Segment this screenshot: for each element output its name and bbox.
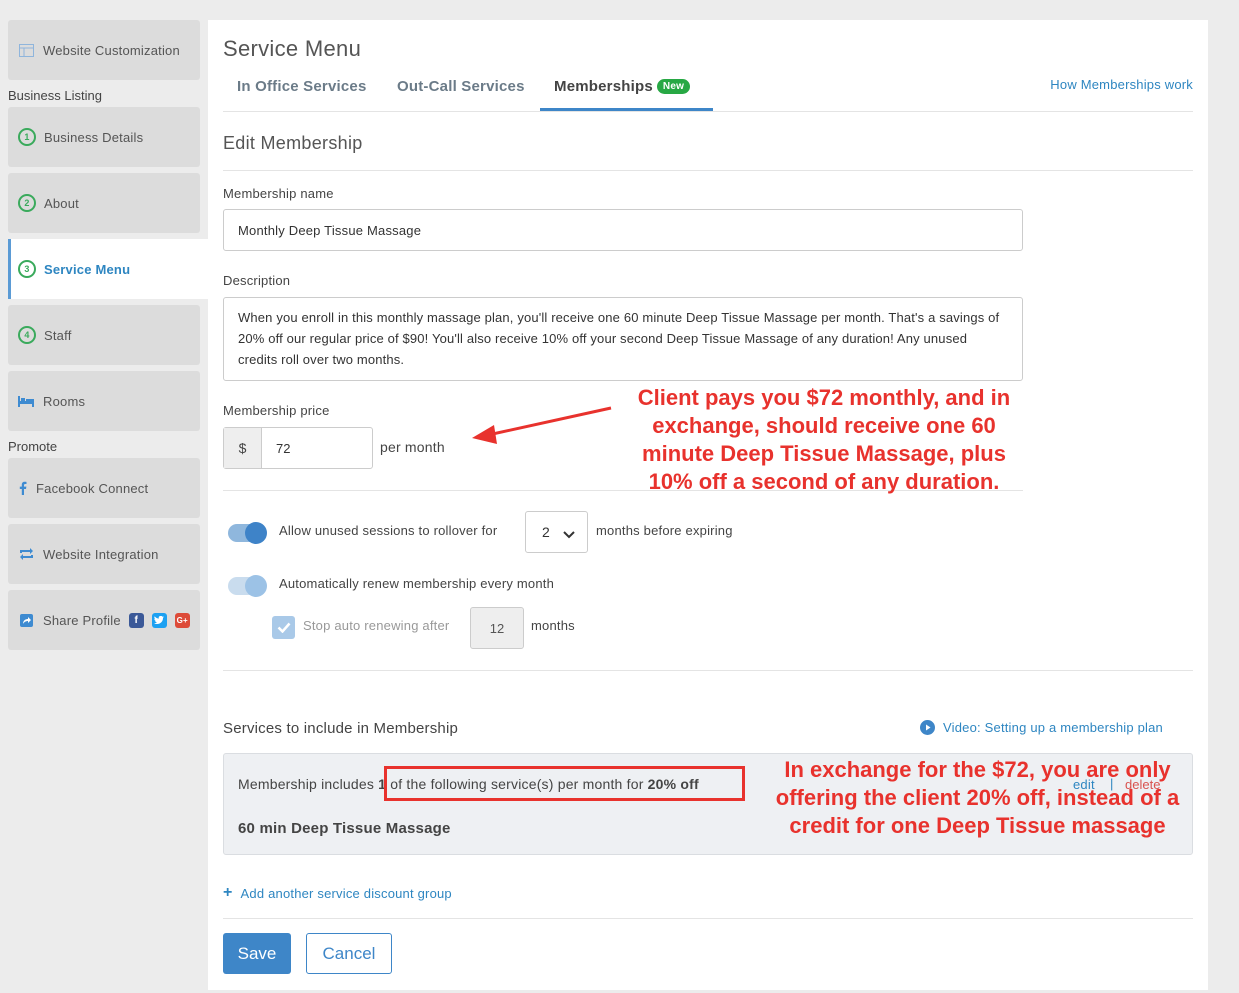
price-annotation: Client pays you $72 monthly, and in exch… [614, 384, 1034, 496]
annotation-line: 10% off a second of any duration. [648, 469, 1000, 494]
annotation-arrow [472, 406, 612, 444]
annotation-line: offering the client 20% off, instead of … [775, 785, 1180, 810]
annotation-line: Client pays you $72 monthly, and in [637, 385, 1011, 410]
annotation-line: exchange, should receive one 60 [652, 413, 996, 438]
annotation-line: minute Deep Tissue Massage, plus [642, 441, 1006, 466]
discount-annotation: In exchange for the $72, you are only of… [750, 756, 1205, 840]
highlight-box [384, 766, 745, 801]
annotation-line: In exchange for the $72, you are only [784, 757, 1171, 782]
annotation-line: credit for one Deep Tissue massage [789, 813, 1166, 838]
